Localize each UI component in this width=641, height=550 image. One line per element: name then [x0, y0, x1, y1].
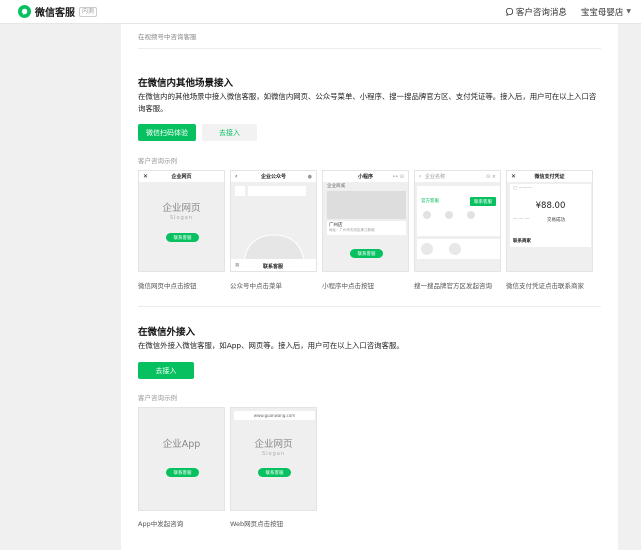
preview-big-text: 企业网页	[162, 203, 201, 214]
shop-title: 企业商城	[327, 184, 345, 189]
banner-image	[327, 191, 406, 219]
status-label: — — —	[513, 217, 530, 222]
preview-payment-receipt: ✕ 微信支付凭证 ○ ——— ¥88.00 — — — 交易成功 联系商家	[506, 170, 593, 272]
video-channel-tip: 在视频号中咨询客服	[138, 33, 197, 41]
contact-service-button: 联系客服	[470, 197, 496, 206]
section-out-desc: 在微信外接入微信客服，如App、网页等。接入后，用户可在以上入口咨询客服。	[138, 341, 404, 350]
section-in-title: 在微信内其他场景接入	[138, 78, 234, 89]
preview-caption: App中发起咨询	[138, 520, 184, 528]
section-out-title: 在微信外接入	[138, 327, 196, 338]
merchant-line: ○ ———	[513, 186, 532, 191]
close-icon: ✕	[143, 173, 149, 180]
access-button[interactable]: 去接入	[202, 124, 257, 141]
divider	[138, 48, 601, 49]
divider	[138, 306, 601, 307]
content-card: 在视频号中咨询客服 在微信内其他场景接入 在微信内的其他场景中接入微信客服，如微…	[121, 24, 618, 550]
official-service-link: 官方客服	[421, 199, 439, 204]
service-icon	[423, 211, 431, 219]
contact-service-button: 联系客服	[166, 468, 199, 477]
payment-amount: ¥88.00	[535, 201, 566, 211]
chevron-down-icon: ▼	[626, 8, 631, 15]
preview-caption: 小程序中点击按钮	[322, 282, 374, 290]
section-in-desc: 在微信内的其他场景中接入微信客服，如微信内网页、公众号菜单、小程序、搜一搜品牌官…	[138, 92, 597, 113]
beta-badge: 内测	[79, 6, 98, 17]
examples-label: 客户咨询示例	[138, 394, 177, 402]
menu-contact-service: 联系客服	[263, 264, 284, 270]
preview-bar-title: 小程序	[357, 174, 373, 180]
contact-merchant-link: 联系商家	[513, 239, 531, 244]
preview-web: www.guanwang.com 企业网页 Slogan 联系客服	[230, 407, 317, 511]
preview-caption: Web网页点击按钮	[230, 520, 284, 528]
more-icon: •• ⊙	[392, 173, 404, 180]
top-bar: 微信客服 内测 客户咨询消息 宝宝母婴店 ▼	[0, 0, 641, 24]
contact-service-button: 联系客服	[258, 468, 291, 477]
avatar	[235, 186, 245, 196]
profile-icon: ●	[307, 173, 312, 180]
logo[interactable]: 微信客服 内测	[18, 4, 98, 19]
examples-label: 客户咨询示例	[138, 157, 177, 165]
thumb-icon	[421, 243, 433, 255]
contact-service-button: 联系客服	[166, 233, 199, 242]
preview-bar-title: 微信支付凭证	[534, 174, 565, 180]
back-icon: ‹	[235, 173, 238, 180]
scan-experience-button[interactable]: 微信扫码体验	[138, 124, 196, 141]
preview-caption: 公众号中点击菜单	[230, 282, 282, 290]
app-name: 微信客服	[35, 8, 75, 19]
store-selector[interactable]: 宝宝母婴店 ▼	[581, 6, 631, 18]
messages-label: 客户咨询消息	[515, 7, 567, 18]
url-text: www.guanwang.com	[253, 413, 296, 418]
access-button[interactable]: 去接入	[138, 362, 194, 379]
preview-bar-title: 企业公众号	[260, 174, 286, 180]
preview-slogan: Slogan	[261, 451, 286, 457]
preview-mini-program: 小程序 •• ⊙ 企业商城 广州店 地址：广州市天河区珠江新城 联系客服	[322, 170, 409, 272]
payment-status: 交易成功	[547, 218, 565, 223]
message-bubble	[248, 186, 306, 196]
keyboard-icon: ▦	[235, 263, 240, 268]
preview-caption: 微信网页中点击按钮	[138, 282, 197, 290]
store-name: 宝宝母婴店	[580, 7, 624, 18]
close-icon: ✕	[511, 173, 517, 180]
service-icon	[445, 211, 453, 219]
preview-official-account: ‹ 企业公众号 ● ▦ 联系客服	[230, 170, 317, 272]
service-icon	[467, 211, 475, 219]
contact-service-button: 联系客服	[350, 249, 383, 258]
preview-big-text: 企业App	[162, 439, 201, 450]
store-address: 地址：广州市天河区珠江新城	[329, 228, 375, 232]
preview-bar-title: 企业网页	[171, 174, 192, 180]
preview-webpage: ✕ 企业网页 企业网页 Slogan 联系客服	[138, 170, 225, 272]
preview-app: 企业App 联系客服	[138, 407, 225, 511]
preview-caption: 搜一搜品牌官方区发起咨询	[414, 282, 492, 290]
back-icon: ‹	[419, 173, 422, 180]
chat-bubble-icon	[505, 7, 513, 16]
address-bar: www.guanwang.com	[234, 411, 315, 420]
preview-big-text: 企业网页	[254, 439, 293, 450]
wechat-service-icon	[18, 5, 31, 18]
preview-search-brand: ‹ 企业名称 ⊙ × 官方客服 联系客服	[414, 170, 501, 272]
thumb-icon	[449, 243, 461, 255]
preview-caption: 微信支付凭证点击联系商家	[506, 282, 584, 290]
customer-messages-link[interactable]: 客户咨询消息	[505, 6, 567, 18]
preview-bar-title: 企业名称	[425, 174, 446, 180]
preview-slogan: Slogan	[169, 215, 194, 221]
search-icon: ⊙ ×	[486, 173, 496, 180]
